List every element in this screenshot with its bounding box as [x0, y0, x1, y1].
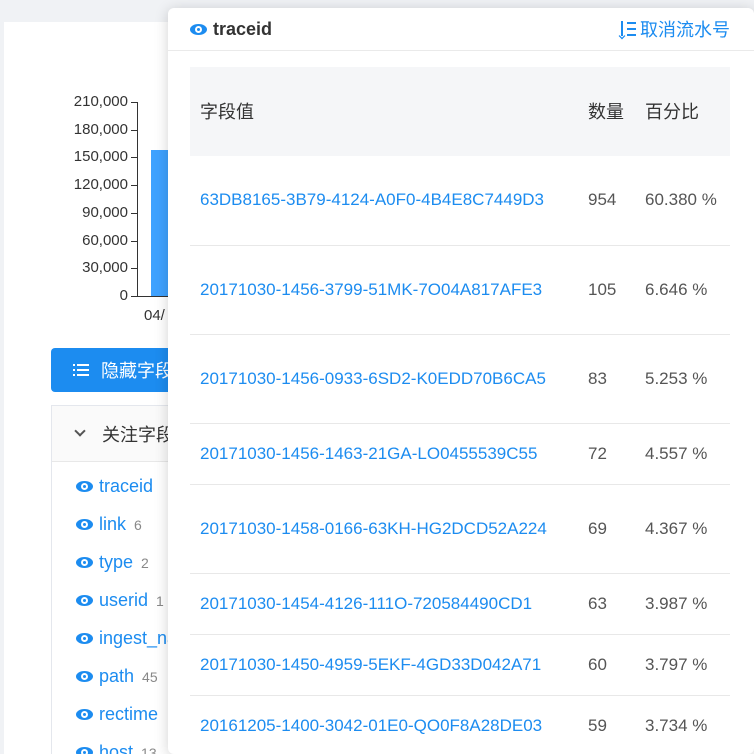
popup-title: traceid	[190, 19, 272, 40]
field-item-userid[interactable]: userid 1	[76, 590, 164, 611]
field-value-link[interactable]: 20171030-1458-0166-63KH-HG2DCD52A224	[190, 484, 578, 574]
sort-icon	[618, 20, 636, 40]
eye-icon[interactable]	[76, 709, 93, 720]
eye-icon[interactable]	[76, 595, 93, 606]
x-tick-label: 04/	[144, 307, 165, 324]
value-percent: 6.646 %	[635, 245, 730, 335]
y-tick-mark	[131, 268, 138, 270]
field-value-link[interactable]: 63DB8165-3B79-4124-A0F0-4B4E8C7449D3	[190, 156, 578, 246]
field-count: 1	[156, 592, 164, 609]
column-header-count: 数量	[578, 67, 635, 156]
field-name: host	[99, 742, 134, 754]
y-tick-mark	[131, 240, 138, 242]
field-values-table: 字段值 数量 百分比 63DB8165-3B79-4124-A0F0-4B4E8…	[190, 67, 730, 754]
value-count: 60	[578, 634, 635, 696]
field-item-type[interactable]: type 2	[76, 552, 149, 573]
chevron-down-icon	[74, 424, 86, 437]
value-count: 105	[578, 245, 635, 335]
field-item-traceid[interactable]: traceid	[76, 476, 161, 497]
value-count: 59	[578, 695, 635, 754]
field-count: 45	[142, 668, 158, 685]
column-header-percent: 百分比	[635, 67, 730, 156]
field-item-link[interactable]: link 6	[76, 514, 142, 535]
field-value-link[interactable]: 20171030-1456-1463-21GA-LO0455539C55	[190, 423, 578, 485]
y-tick-label: 30,000	[82, 259, 128, 277]
column-header-value: 字段值	[190, 67, 578, 156]
field-name: userid	[99, 590, 149, 610]
y-tick-label: 120,000	[73, 176, 128, 194]
y-tick-mark	[131, 129, 138, 131]
cancel-trace-label: 取消流水号	[640, 20, 730, 40]
eye-icon[interactable]	[76, 671, 93, 682]
value-percent: 3.797 %	[635, 634, 730, 696]
popup-title-text: traceid	[213, 18, 273, 39]
field-name: ingest_na	[99, 628, 178, 648]
y-tick-label: 210,000	[73, 93, 128, 110]
field-value-link[interactable]: 20171030-1450-4959-5EKF-4GD33D042A71	[190, 634, 578, 696]
value-percent: 5.253 %	[635, 334, 730, 424]
field-name: traceid	[99, 476, 154, 496]
table-row: 20171030-1450-4959-5EKF-4GD33D042A71 60 3.…	[190, 634, 730, 696]
followed-fields-title: 关注字段	[102, 424, 174, 445]
field-name: path	[99, 666, 135, 686]
value-count: 72	[578, 423, 635, 485]
table-row: 63DB8165-3B79-4124-A0F0-4B4E8C7449D3 954 6…	[190, 156, 730, 246]
field-name: rectime	[99, 704, 159, 724]
field-count: 6	[134, 516, 142, 533]
table-row: 20171030-1456-1463-21GA-LO0455539C55 72 4.…	[190, 423, 730, 485]
value-count: 954	[578, 156, 635, 246]
field-value-link[interactable]: 20171030-1454-4126-111O-720584490CD1	[190, 573, 578, 635]
field-values-popup: traceid 取消流水号 字段值 数量 百分比 63DB8165-3B79-4…	[168, 8, 754, 754]
value-count: 83	[578, 334, 635, 424]
value-count: 63	[578, 573, 635, 635]
y-tick-label: 60,000	[82, 231, 128, 249]
field-value-link[interactable]: 20161205-1400-3042-01E0-QO0F8A28DE03	[190, 695, 578, 754]
y-tick-mark	[131, 102, 138, 103]
eye-icon[interactable]	[76, 557, 93, 568]
field-item-rectime[interactable]: rectime	[76, 704, 166, 725]
y-tick-mark	[131, 295, 138, 297]
table-header-row: 字段值 数量 百分比	[190, 67, 730, 156]
y-tick-mark	[131, 185, 138, 187]
y-tick-label: 150,000	[73, 148, 128, 166]
cancel-trace-button[interactable]: 取消流水号	[618, 16, 730, 42]
field-item-host[interactable]: host 13	[76, 742, 157, 754]
field-value-link[interactable]: 20171030-1456-0933-6SD2-K0EDD70B6CA5	[190, 334, 578, 424]
value-count: 69	[578, 484, 635, 574]
field-item-path[interactable]: path 45	[76, 666, 158, 687]
popup-header: traceid 取消流水号	[168, 8, 754, 51]
y-tick-label: 180,000	[73, 120, 128, 138]
table-row: 20161205-1400-3042-01E0-QO0F8A28DE03 59 3.…	[190, 695, 730, 754]
value-percent: 4.367 %	[635, 484, 730, 574]
table-row: 20171030-1456-0933-6SD2-K0EDD70B6CA5 83 5.…	[190, 334, 730, 424]
y-tick-mark	[131, 157, 138, 159]
hide-fields-label: 隐藏字段	[101, 361, 173, 381]
table-row: 20171030-1458-0166-63KH-HG2DCD52A224 69 4.…	[190, 484, 730, 574]
y-tick-label: 0	[119, 286, 128, 304]
y-tick-mark	[131, 212, 138, 214]
field-count: 13	[141, 744, 157, 754]
eye-icon[interactable]	[76, 519, 93, 530]
field-name: link	[99, 514, 127, 534]
eye-icon[interactable]	[76, 747, 93, 754]
list-icon	[73, 363, 89, 377]
table-row: 20171030-1456-3799-51MK-7O04A817AFE3 105 6…	[190, 245, 730, 335]
value-percent: 3.987 %	[635, 573, 730, 635]
y-tick-label: 90,000	[82, 203, 128, 221]
field-count: 2	[141, 554, 149, 571]
value-percent: 60.380 %	[635, 156, 730, 246]
eye-icon[interactable]	[76, 633, 93, 644]
value-percent: 4.557 %	[635, 423, 730, 485]
field-name: type	[99, 552, 134, 572]
value-percent: 3.734 %	[635, 695, 730, 754]
field-value-link[interactable]: 20171030-1456-3799-51MK-7O04A817AFE3	[190, 245, 578, 335]
eye-icon	[190, 23, 207, 35]
table-row: 20171030-1454-4126-111O-720584490CD1 63 3.…	[190, 573, 730, 635]
eye-icon[interactable]	[76, 481, 93, 492]
